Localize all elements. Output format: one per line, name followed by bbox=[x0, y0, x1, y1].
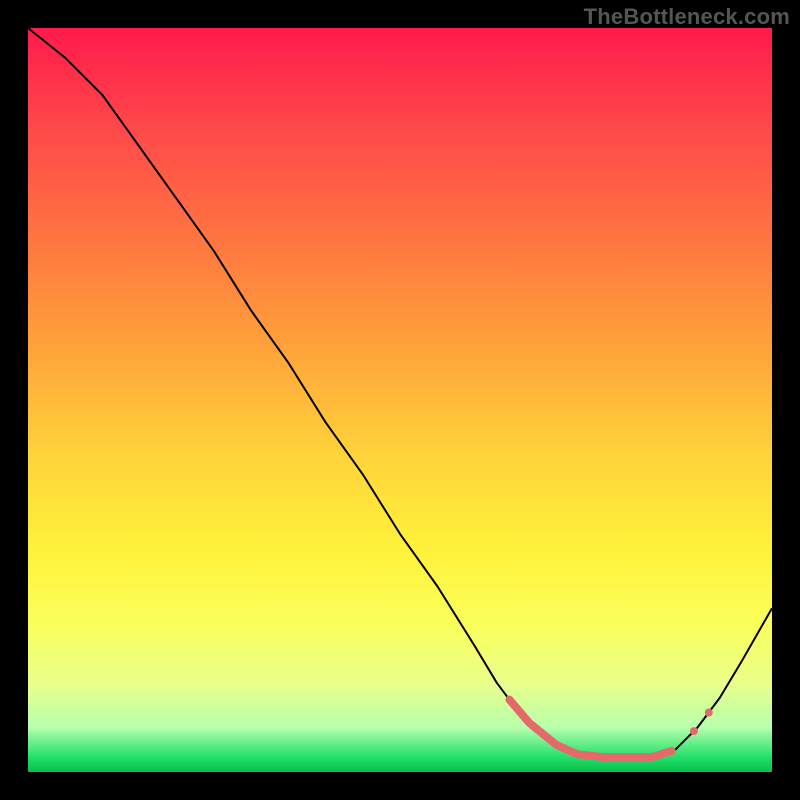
chart-frame: TheBottleneck.com bbox=[0, 0, 800, 800]
watermark-text: TheBottleneck.com bbox=[584, 4, 790, 30]
highlight-dot bbox=[690, 727, 698, 735]
chart-curve-line bbox=[28, 28, 772, 757]
highlight-dash bbox=[557, 745, 576, 754]
highlight-dash bbox=[530, 724, 555, 745]
highlight-dot bbox=[705, 709, 713, 717]
chart-highlight-dashes bbox=[509, 700, 671, 758]
highlight-dash bbox=[578, 754, 603, 757]
chart-plot-area bbox=[28, 28, 772, 772]
chart-svg bbox=[28, 28, 772, 772]
highlight-dash bbox=[509, 700, 528, 723]
highlight-dash bbox=[652, 751, 671, 757]
